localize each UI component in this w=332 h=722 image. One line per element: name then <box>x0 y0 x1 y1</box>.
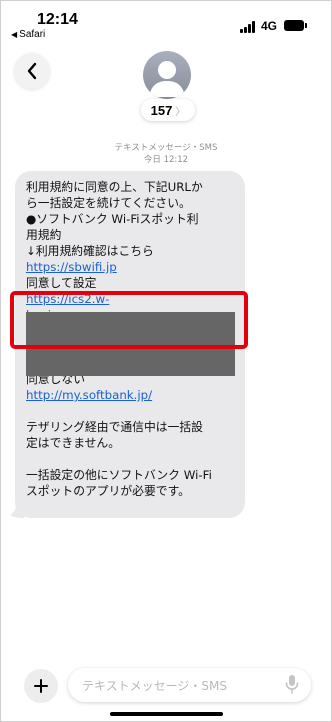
battery-icon <box>284 20 307 31</box>
agree-label: 同意して設定 <box>26 276 97 290</box>
sender-name-button[interactable]: 157 〉 <box>141 99 195 121</box>
network-type: 4G <box>261 19 278 33</box>
contact-avatar[interactable] <box>143 51 191 99</box>
tethering-note-continued: 定はできません。 <box>26 436 121 450</box>
back-app-label: Safari <box>19 29 46 40</box>
terms-link[interactable]: https://sbwifi.jp <box>26 260 117 274</box>
message-line: ●ソフトバンク Wi-Fiスポット利 <box>26 212 199 226</box>
microphone-icon[interactable] <box>285 674 299 694</box>
person-icon <box>149 61 185 97</box>
back-button[interactable] <box>14 53 50 89</box>
bubble-tail <box>10 504 24 518</box>
back-to-app-link[interactable]: ◀ Safari <box>11 29 45 40</box>
plus-icon <box>34 679 48 693</box>
home-indicator <box>110 712 223 716</box>
chevron-right-icon: 〉 <box>175 106 186 118</box>
highlight-frame <box>10 291 248 349</box>
message-line: ↓利用規約確認はこちら <box>26 244 154 258</box>
add-attachment-button[interactable] <box>24 669 58 703</box>
chevron-left-icon <box>27 62 37 80</box>
message-timestamp: 今日 12:12 <box>143 155 189 165</box>
thread-type: テキストメッセージ・SMS <box>114 143 218 153</box>
mysoftbank-link[interactable]: http://my.softbank.jp/ <box>26 388 152 402</box>
message-line: ら一括設定を続けてください。 <box>26 196 191 210</box>
status-time: 12:14 <box>37 11 78 28</box>
sender-name: 157 <box>150 102 173 118</box>
back-triangle-icon: ◀ <box>11 30 18 39</box>
message-line: 利用規約に同意の上、下記URLか <box>26 180 203 194</box>
tethering-note: テザリング経由で通信中は一括設 <box>26 420 203 434</box>
app-required-note-continued: スポットのアプリが必要です。 <box>26 484 190 498</box>
status-bar: 12:14 ◀ Safari 4G <box>1 1 331 45</box>
message-line: 用規約 <box>26 228 62 242</box>
cellular-signal-icon <box>240 21 258 33</box>
thread-info: テキストメッセージ・SMS 今日 12:12 <box>1 142 331 166</box>
message-input-placeholder: テキストメッセージ・SMS <box>82 679 227 693</box>
app-required-note: 一括設定の他にソフトバンク Wi-Fi <box>26 468 212 482</box>
